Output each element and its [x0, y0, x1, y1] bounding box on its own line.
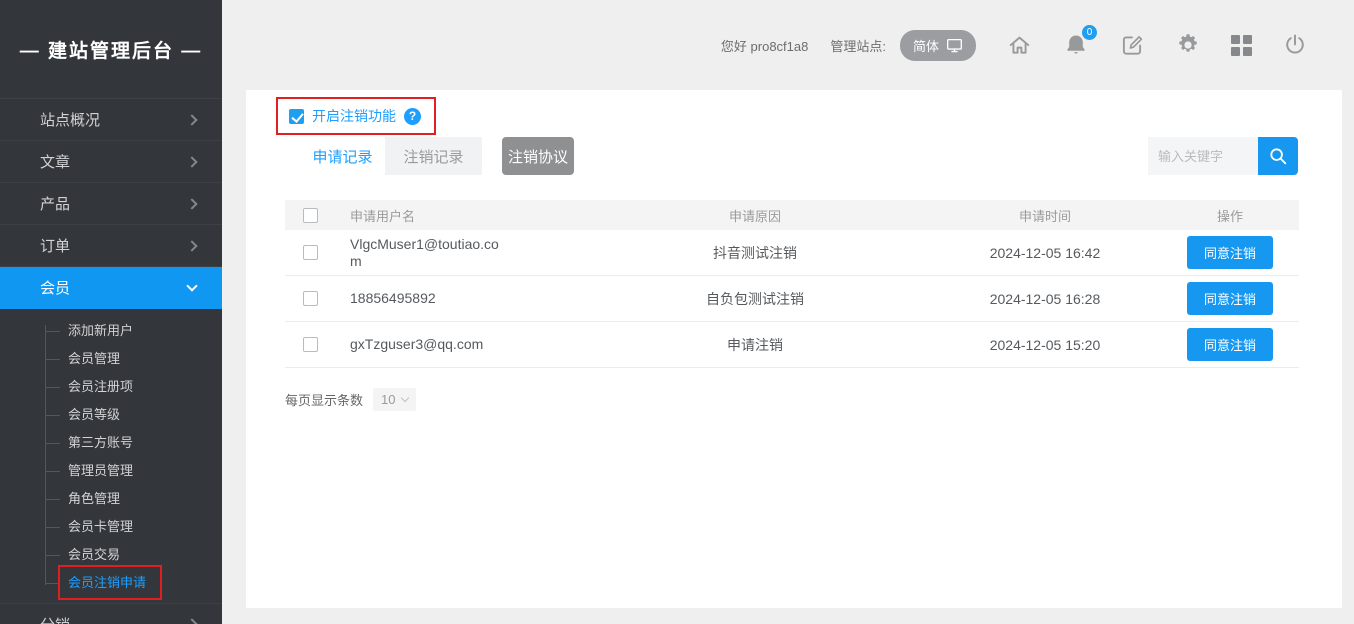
tab-cancellation-records[interactable]: 注销记录 [385, 137, 482, 175]
per-page-select[interactable]: 10 [373, 388, 416, 411]
cell-time: 2024-12-05 16:42 [925, 245, 1165, 261]
table-row: VlgcMuser1@toutiao.com 抖音测试注销 2024-12-05… [285, 230, 1299, 276]
chevron-right-icon [186, 240, 197, 251]
table-header-reason: 申请原因 [585, 206, 925, 225]
sidebar-subitem-admin-management[interactable]: 管理员管理 [0, 457, 222, 485]
cell-username: gxTzguser3@qq.com [350, 336, 510, 353]
monitor-icon [946, 37, 963, 54]
search-input[interactable] [1148, 137, 1258, 175]
search-bar [1148, 137, 1298, 175]
cell-time: 2024-12-05 15:20 [925, 337, 1165, 353]
agree-cancel-button[interactable]: 同意注销 [1187, 328, 1273, 361]
home-button[interactable] [1006, 32, 1033, 59]
table-header-row: 申请用户名 申请原因 申请时间 操作 [285, 200, 1299, 230]
app-title: — 建站管理后台 — [0, 0, 222, 99]
row-checkbox[interactable] [303, 245, 318, 260]
sidebar-item-articles[interactable]: 文章 [0, 141, 222, 183]
sidebar-item-products[interactable]: 产品 [0, 183, 222, 225]
notification-badge: 0 [1082, 25, 1097, 40]
cell-reason: 抖音测试注销 [585, 243, 925, 263]
power-icon [1282, 32, 1308, 58]
sidebar-item-label: 分销 [40, 614, 70, 624]
sidebar-item-label: 文章 [40, 151, 70, 172]
tab-application-records[interactable]: 申请记录 [300, 137, 385, 175]
gear-icon [1175, 32, 1201, 58]
per-page-value: 10 [381, 392, 395, 407]
edit-button[interactable] [1119, 32, 1145, 58]
apps-button[interactable] [1231, 35, 1252, 56]
agree-cancel-button[interactable]: 同意注销 [1187, 282, 1273, 315]
sidebar-item-label: 产品 [40, 193, 70, 214]
greeting-text: 您好 pro8cf1a8 [721, 36, 808, 55]
per-page-label: 每页显示条数 [285, 390, 363, 409]
help-icon[interactable]: ? [404, 108, 421, 125]
table-header-username: 申请用户名 [335, 206, 585, 225]
cell-reason: 自负包测试注销 [585, 289, 925, 309]
table-row: gxTzguser3@qq.com 申请注销 2024-12-05 15:20 … [285, 322, 1299, 368]
chevron-right-icon [186, 114, 197, 125]
sidebar-subitem-member-registration-fields[interactable]: 会员注册项 [0, 373, 222, 401]
requests-table: 申请用户名 申请原因 申请时间 操作 VlgcMuser1@toutiao.co… [285, 200, 1299, 368]
sidebar-subitem-member-transactions[interactable]: 会员交易 [0, 541, 222, 569]
chevron-right-icon [186, 156, 197, 167]
cell-username: 18856495892 [350, 290, 510, 307]
notifications-button[interactable]: 0 [1063, 32, 1089, 58]
home-icon [1006, 32, 1033, 59]
select-all-checkbox[interactable] [303, 208, 318, 223]
agree-cancel-button[interactable]: 同意注销 [1187, 236, 1273, 269]
sidebar-item-label: 站点概况 [40, 109, 100, 130]
main-content-card: 开启注销功能 ? 申请记录 注销记录 注销协议 申请用户名 申请原因 申请时间 … [246, 90, 1342, 608]
table-header-time: 申请时间 [925, 206, 1165, 225]
sidebar-item-site-overview[interactable]: 站点概况 [0, 99, 222, 141]
sidebar-item-label: 会员 [40, 277, 70, 298]
enable-cancellation-checkbox[interactable] [289, 109, 304, 124]
language-pill-button[interactable]: 简体 [900, 30, 976, 61]
cell-username: VlgcMuser1@toutiao.com [350, 236, 510, 270]
settings-button[interactable] [1175, 32, 1201, 58]
members-submenu: 添加新用户 会员管理 会员注册项 会员等级 第三方账号 管理员管理 角色管理 会… [0, 309, 222, 603]
table-header-action: 操作 [1165, 206, 1295, 225]
chevron-down-icon [186, 280, 197, 291]
cell-reason: 申请注销 [585, 335, 925, 355]
sidebar-subitem-member-card-management[interactable]: 会员卡管理 [0, 513, 222, 541]
sidebar-subitem-member-levels[interactable]: 会员等级 [0, 401, 222, 429]
annotation-box-enable: 开启注销功能 ? [276, 97, 436, 135]
grid-icon [1231, 35, 1252, 56]
search-icon [1267, 145, 1289, 167]
enable-cancellation-label: 开启注销功能 [312, 106, 396, 126]
sidebar-item-orders[interactable]: 订单 [0, 225, 222, 267]
manage-site-label: 管理站点: [830, 36, 886, 55]
language-pill-label: 简体 [913, 36, 939, 55]
sidebar-item-distribution[interactable]: 分销 [0, 603, 222, 624]
logout-button[interactable] [1282, 32, 1308, 58]
sidebar: — 建站管理后台 — 站点概况 文章 产品 订单 会员 添加新用户 会员管理 会… [0, 0, 222, 624]
tab-cancellation-agreement[interactable]: 注销协议 [502, 137, 574, 175]
search-button[interactable] [1258, 137, 1298, 175]
top-header: 您好 pro8cf1a8 管理站点: 简体 0 [222, 0, 1354, 90]
edit-icon [1119, 32, 1145, 58]
sidebar-subitem-third-party-accounts[interactable]: 第三方账号 [0, 429, 222, 457]
row-checkbox[interactable] [303, 337, 318, 352]
sidebar-subitem-add-user[interactable]: 添加新用户 [0, 317, 222, 345]
chevron-right-icon [186, 198, 197, 209]
sidebar-subitem-member-cancellation-requests[interactable]: 会员注销申请 [0, 569, 222, 597]
row-checkbox[interactable] [303, 291, 318, 306]
sidebar-subitem-label: 会员注销申请 [68, 575, 146, 590]
chevron-down-icon [401, 394, 409, 402]
tab-bar: 申请记录 注销记录 注销协议 [300, 137, 574, 175]
chevron-right-icon [186, 618, 197, 624]
sidebar-item-members[interactable]: 会员 [0, 267, 222, 309]
cell-time: 2024-12-05 16:28 [925, 291, 1165, 307]
sidebar-subitem-member-management[interactable]: 会员管理 [0, 345, 222, 373]
sidebar-item-label: 订单 [40, 235, 70, 256]
table-row: 18856495892 自负包测试注销 2024-12-05 16:28 同意注… [285, 276, 1299, 322]
pagination-bar: 每页显示条数 10 [285, 388, 416, 411]
sidebar-subitem-role-management[interactable]: 角色管理 [0, 485, 222, 513]
